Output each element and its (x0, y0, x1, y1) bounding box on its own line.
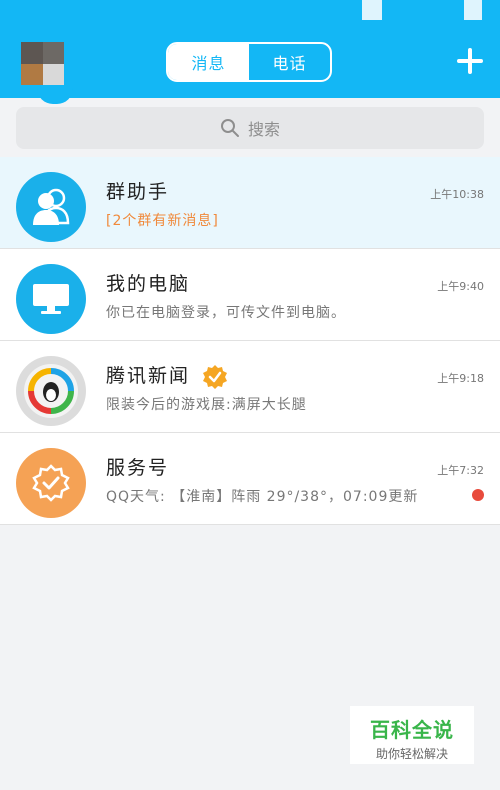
conversation-time: 上午9:40 (437, 280, 484, 293)
conversation-name-wrap: 腾讯新闻 (106, 361, 228, 390)
avatar-tail-decoration (37, 88, 73, 104)
conversation-preview: 你已在电脑登录，可传文件到电脑。 (106, 305, 346, 321)
conversation-time: 上午10:38 (430, 188, 484, 201)
verified-badge-icon (203, 364, 228, 389)
conversation-time: 上午9:18 (437, 372, 484, 385)
conversation-list: 群助手 [2个群有新消息] 上午10:38 我的电脑 你已在电脑登录，可传文件到… (0, 157, 500, 525)
tencent-news-icon (16, 356, 86, 426)
group-icon (16, 172, 86, 242)
conversation-row-group-helper[interactable]: 群助手 [2个群有新消息] 上午10:38 (0, 157, 500, 249)
status-bar-block (362, 0, 382, 20)
watermark-title: 百科全说 (370, 718, 454, 742)
tab-calls[interactable]: 电话 (249, 44, 330, 80)
status-bar-block (464, 0, 482, 20)
conversation-preview: 限装今后的游戏展:满屏大长腿 (106, 397, 307, 413)
watermark-subtitle: 助你轻松解决 (375, 747, 448, 761)
conversation-name: 服务号 (106, 457, 170, 479)
conversation-row-tencent-news[interactable]: 腾讯新闻 限装今后的游戏展:满屏大长腿 上午9:18 (0, 341, 500, 433)
add-plus-icon[interactable] (457, 48, 483, 74)
search-icon (220, 119, 239, 137)
top-bar: 消息 电话 (0, 0, 500, 98)
conversation-name: 群助手 (106, 181, 170, 203)
search-placeholder: 搜索 (247, 120, 280, 139)
conversation-name: 腾讯新闻 (106, 365, 191, 387)
watermark: 百科全说 助你轻松解决 (350, 706, 474, 764)
search-bar[interactable]: 搜索 (16, 107, 484, 149)
user-avatar[interactable] (21, 42, 64, 85)
conversation-time: 上午7:32 (437, 464, 484, 477)
conversation-preview: [2个群有新消息] (106, 213, 219, 229)
conversation-row-service-account[interactable]: 服务号 QQ天气: 【淮南】阵雨 29°/38°，07:09更新 上午7:32 (0, 433, 500, 525)
tab-messages[interactable]: 消息 (168, 44, 249, 80)
unread-dot (472, 489, 484, 501)
message-call-toggle: 消息 电话 (166, 42, 332, 82)
conversation-name: 我的电脑 (106, 273, 191, 295)
conversation-row-my-computer[interactable]: 我的电脑 你已在电脑登录，可传文件到电脑。 上午9:40 (0, 249, 500, 341)
computer-icon (16, 264, 86, 334)
service-badge-icon (16, 448, 86, 518)
conversation-preview: QQ天气: 【淮南】阵雨 29°/38°，07:09更新 (106, 489, 419, 505)
